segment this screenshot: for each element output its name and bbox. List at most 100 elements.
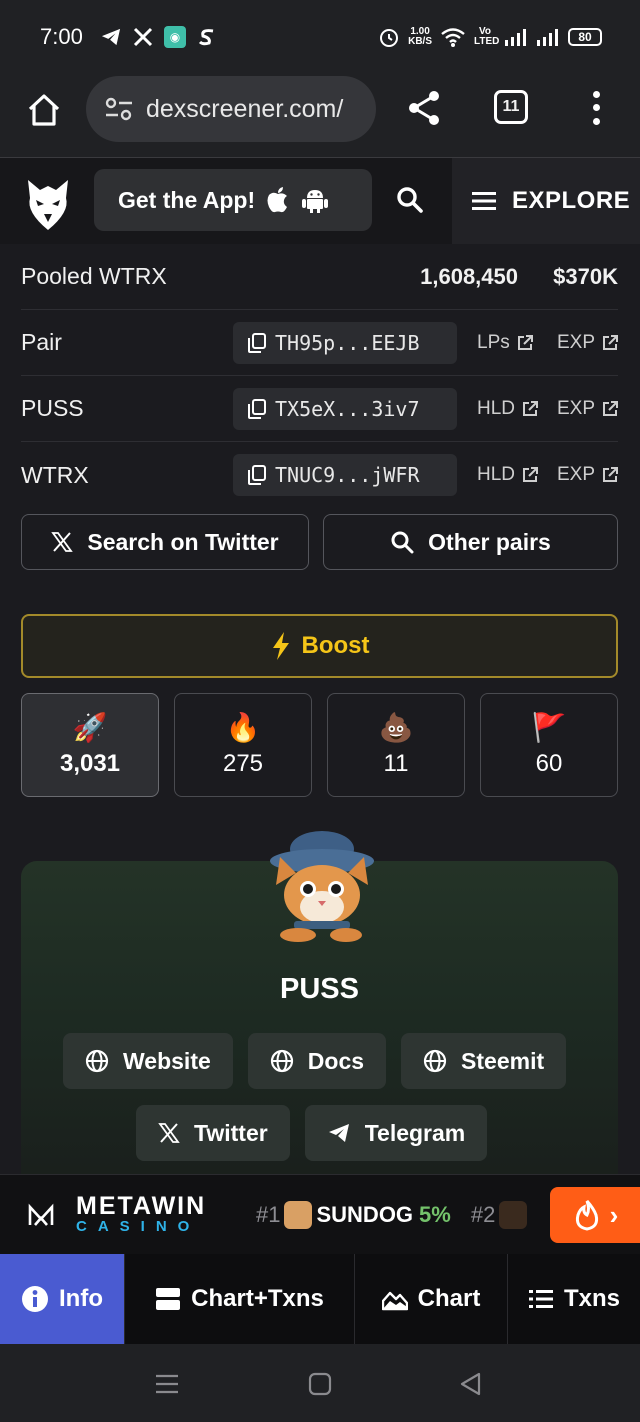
search-button[interactable] bbox=[394, 184, 426, 216]
holders-link[interactable]: HLD bbox=[477, 464, 539, 486]
system-icons: 1.00 KB/S Vo LTED 80 bbox=[378, 26, 602, 48]
lps-link[interactable]: LPs bbox=[477, 332, 534, 354]
copy-icon bbox=[248, 332, 266, 353]
copy-icon bbox=[248, 465, 266, 485]
reaction-fire[interactable]: 🔥 275 bbox=[174, 693, 312, 797]
back-icon[interactable] bbox=[457, 1370, 485, 1398]
link-label: EXP bbox=[557, 331, 596, 353]
signal-icon bbox=[505, 29, 526, 46]
dexscreener-logo[interactable] bbox=[24, 176, 72, 232]
tab-chart-label: Chart bbox=[417, 1285, 481, 1312]
copy-address-button[interactable]: TX5eX...3iv7 bbox=[233, 387, 457, 430]
other-pairs-label: Other pairs bbox=[428, 528, 551, 555]
get-app-button[interactable]: Get the App! bbox=[94, 169, 372, 231]
link-label: EXP bbox=[557, 397, 596, 419]
address-row-puss: PUSS TX5eX...3iv7 HLD EXP bbox=[21, 376, 619, 442]
reaction-poop[interactable]: 💩 11 bbox=[327, 693, 465, 797]
x-icon bbox=[132, 26, 154, 48]
telegram-icon bbox=[328, 1124, 349, 1142]
explorer-link[interactable]: EXP bbox=[557, 398, 619, 420]
token-info-card: PUSS Website Docs Steemit Twitter Telegr… bbox=[21, 831, 618, 1181]
ad-brand-sub: CASINO bbox=[76, 1218, 201, 1235]
token-social-row: Twitter Telegram bbox=[136, 1105, 488, 1161]
url-text: dexscreener.com/ bbox=[146, 94, 344, 123]
net-speed-unit: KB/S bbox=[408, 36, 432, 47]
menu-dot-icon bbox=[592, 104, 600, 112]
steemit-link[interactable]: Steemit bbox=[401, 1033, 567, 1089]
sundog-coin-icon bbox=[284, 1201, 313, 1229]
address-label: PUSS bbox=[21, 395, 84, 421]
website-link[interactable]: Website bbox=[63, 1033, 233, 1089]
home-nav-icon[interactable] bbox=[306, 1370, 334, 1398]
tab-switcher-button[interactable]: 11 bbox=[494, 90, 528, 124]
pooled-amount: 1,608,450 bbox=[420, 263, 518, 289]
reaction-count: 275 bbox=[222, 750, 264, 777]
reaction-count: 11 bbox=[383, 750, 409, 777]
copy-address-button[interactable]: TNUC9...jWFR bbox=[233, 454, 457, 496]
metawin-ad[interactable]: METAWIN CASINO bbox=[76, 1193, 206, 1235]
menu-dot-icon bbox=[592, 117, 600, 125]
browser-menu-button[interactable] bbox=[586, 88, 606, 128]
link-label: LPs bbox=[477, 331, 510, 353]
telegram-link[interactable]: Telegram bbox=[304, 1105, 488, 1161]
search-icon bbox=[397, 187, 423, 213]
boost-button[interactable]: Boost bbox=[21, 614, 618, 678]
status-bar: 7:00 ◉ 1.00 KB/S Vo LTED 80 bbox=[0, 0, 640, 76]
home-button[interactable] bbox=[24, 90, 64, 130]
other-pairs-button[interactable]: Other pairs bbox=[323, 514, 618, 570]
tab-txns-label: Txns bbox=[563, 1285, 620, 1312]
telegram-label: Telegram bbox=[364, 1119, 466, 1146]
notification-icons: ◉ bbox=[100, 26, 218, 48]
docs-label: Docs bbox=[307, 1047, 365, 1074]
external-link-icon bbox=[603, 400, 619, 416]
explorer-link[interactable]: EXP bbox=[557, 332, 619, 354]
address-text: TH95p...EEJB bbox=[275, 330, 420, 355]
pooled-row: Pooled WTRX 1,608,450 $370K bbox=[21, 244, 618, 310]
pooled-usd: $370K bbox=[553, 263, 618, 289]
lightning-icon bbox=[272, 632, 289, 660]
chevron-right-icon: › bbox=[609, 1199, 619, 1230]
docs-link[interactable]: Docs bbox=[247, 1033, 387, 1089]
metawin-mark-icon[interactable] bbox=[28, 1203, 54, 1229]
tab-info[interactable]: Info bbox=[0, 1254, 125, 1344]
copy-address-button[interactable]: TH95p...EEJB bbox=[233, 321, 457, 364]
poop-icon: 💩 bbox=[378, 712, 414, 743]
info-icon bbox=[22, 1286, 48, 1312]
url-bar[interactable]: dexscreener.com/ bbox=[86, 76, 376, 142]
globe-icon bbox=[423, 1049, 447, 1073]
share-button[interactable] bbox=[404, 88, 444, 128]
fire-icon: 🔥 bbox=[225, 712, 261, 743]
recents-icon[interactable] bbox=[153, 1370, 181, 1398]
share-icon bbox=[409, 91, 439, 125]
tab-info-label: Info bbox=[59, 1285, 103, 1312]
alarm-icon bbox=[380, 29, 399, 47]
trending-ticker[interactable]: #1 SUNDOG 5% #2 bbox=[256, 1201, 529, 1229]
search-icon bbox=[391, 531, 414, 554]
holders-link[interactable]: HLD bbox=[477, 398, 539, 420]
site-settings-icon[interactable] bbox=[104, 97, 134, 121]
android-navigation-bar bbox=[0, 1344, 640, 1422]
tab-chart-txns[interactable]: Chart+Txns bbox=[125, 1254, 355, 1344]
explore-button[interactable]: EXPLORE bbox=[452, 158, 640, 244]
tab-txns[interactable]: Txns bbox=[508, 1254, 640, 1344]
trending-button[interactable]: › bbox=[550, 1187, 640, 1243]
browser-toolbar: dexscreener.com/ 11 bbox=[0, 76, 640, 158]
reaction-flag[interactable]: 🚩 60 bbox=[480, 693, 618, 797]
globe-icon bbox=[85, 1049, 109, 1073]
android-icon bbox=[302, 190, 329, 213]
search-twitter-label: Search on Twitter bbox=[87, 528, 279, 555]
link-label: HLD bbox=[477, 397, 516, 419]
reaction-count: 60 bbox=[535, 750, 563, 777]
tab-chart[interactable]: Chart bbox=[355, 1254, 508, 1344]
token-coin-icon bbox=[499, 1201, 528, 1229]
twitter-link[interactable]: Twitter bbox=[136, 1105, 290, 1161]
reaction-rocket[interactable]: 🚀 3,031 bbox=[21, 693, 159, 797]
explorer-link[interactable]: EXP bbox=[557, 464, 619, 486]
trend-token-name: SUNDOG bbox=[316, 1202, 414, 1227]
cat-with-hat-icon bbox=[270, 831, 374, 942]
copy-icon bbox=[248, 398, 266, 419]
search-twitter-button[interactable]: Search on Twitter bbox=[21, 514, 309, 570]
s-app-icon bbox=[196, 26, 218, 48]
external-link-icon bbox=[603, 334, 619, 350]
boost-label: Boost bbox=[301, 632, 370, 659]
